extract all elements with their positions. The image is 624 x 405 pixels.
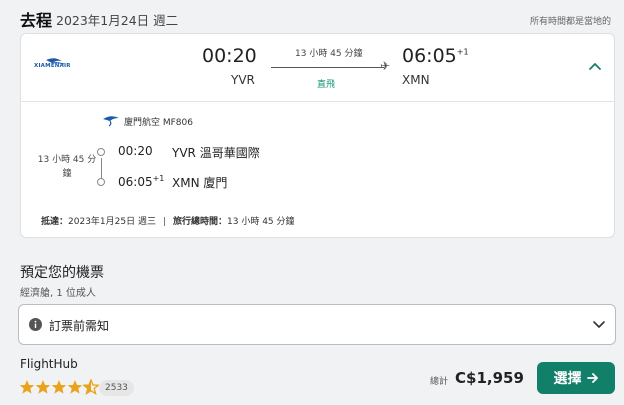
booking-notice-dropdown[interactable]: 訂票前需知: [18, 304, 616, 345]
departure-dot: [97, 148, 105, 156]
flight-duration: 13 小時 45 分鐘: [295, 49, 363, 59]
total-time-label: 旅行總時間：: [173, 217, 228, 227]
arrival-time: 06:05+1: [402, 45, 469, 67]
xiamen-air-small-icon: [103, 116, 119, 127]
segment-depart-time: 00:20: [118, 144, 153, 158]
half-star-icon: [83, 379, 99, 395]
star-icon: [67, 380, 83, 394]
arrival-date: 2023年1月25日 週三: [68, 217, 156, 227]
total-label: 總計: [430, 377, 449, 387]
chevron-up-icon[interactable]: [587, 58, 603, 74]
airline-flight-number: 廈門航空 MF806: [124, 118, 193, 128]
outbound-title: 去程: [20, 11, 53, 30]
segment-arrive-place: XMN 廈門: [172, 176, 228, 190]
segment-depart-place: YVR 溫哥華國際: [172, 146, 260, 160]
segment-duration: 13 小時 45 分鐘: [37, 155, 97, 179]
star-icon: [35, 380, 51, 394]
segment-arrive-time: 06:05+1: [118, 174, 165, 189]
segment-arrive-day-offset: +1: [152, 174, 165, 183]
arrival-code: XMN: [402, 73, 430, 87]
rating-stars: [19, 379, 99, 395]
select-button-label: 選擇: [553, 370, 582, 386]
select-button[interactable]: 選擇: [537, 362, 615, 394]
total-price: C$1,959: [455, 369, 524, 387]
arrival-summary: 抵達：2023年1月25日 週三 | 旅行總時間：13 小時 45 分鐘: [41, 214, 295, 227]
vendor-name: FlightHub: [20, 357, 78, 371]
airline-logo-text: XIAMENAIR: [34, 63, 71, 69]
review-count-badge: 2533: [99, 380, 134, 396]
notice-label: 訂票前需知: [49, 319, 110, 333]
total-travel-time: 13 小時 45 分鐘: [227, 217, 295, 227]
separator: |: [162, 217, 167, 227]
arrival-label: 抵達：: [41, 217, 69, 227]
departure-code: YVR: [231, 73, 255, 87]
info-icon: [29, 318, 42, 331]
plane-icon: ✈: [380, 59, 391, 73]
route-line: [271, 67, 384, 68]
arrow-right-icon: [586, 373, 598, 383]
booking-title: 預定您的機票: [20, 265, 104, 281]
local-time-note: 所有時間都是當地的: [529, 17, 611, 27]
booking-subtitle: 經濟艙, 1 位成人: [20, 288, 96, 299]
chevron-down-icon: [593, 321, 605, 328]
outbound-date: 2023年1月24日 週二: [56, 13, 179, 28]
flight-card: XIAMENAIR 00:20 YVR 13 小時 45 分鐘 ✈ 直飛 06:…: [20, 33, 615, 238]
star-icon: [19, 380, 35, 394]
direct-flight-label: 直飛: [317, 80, 336, 90]
departure-time: 00:20: [202, 45, 257, 67]
arrival-dot: [97, 178, 105, 186]
star-icon: [51, 380, 67, 394]
arrival-day-offset: +1: [456, 47, 469, 57]
segment-line: [101, 158, 102, 179]
card-divider: [21, 101, 614, 102]
